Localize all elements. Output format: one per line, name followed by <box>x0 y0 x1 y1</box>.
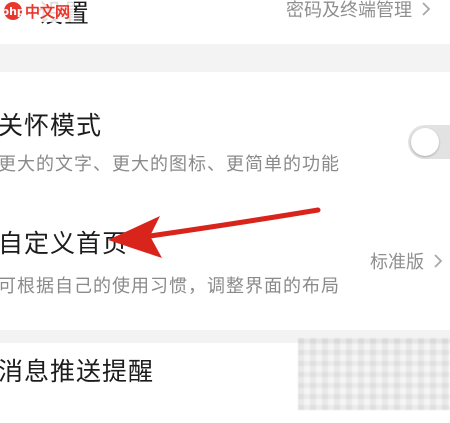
red-arrow-annotation <box>108 207 321 258</box>
